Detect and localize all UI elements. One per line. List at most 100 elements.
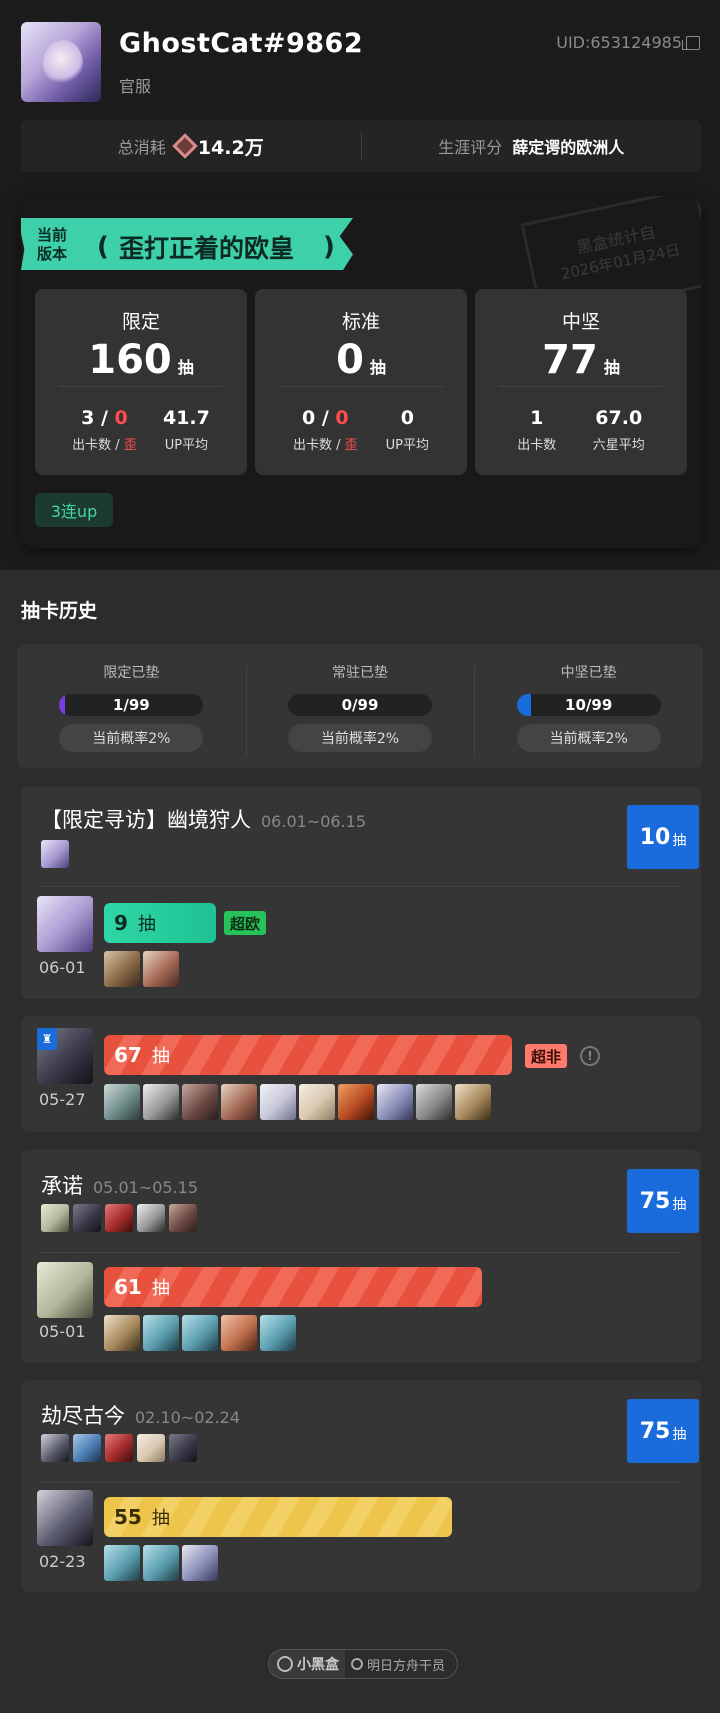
banner-card[interactable]: 承诺 05.01~05.15 75 抽 05-01 61 抽 [21,1150,701,1363]
banner-date: 05.01~05.15 [93,1178,199,1197]
version-card: 黑盒统计自 2026年01月24日 当前版本 ( 歪打正着的欧皇 ) 限定 16… [21,196,701,548]
off-banner-label: 歪 [123,438,137,453]
operator-avatar [182,1545,218,1581]
spend-value: 14.2万 [172,133,264,160]
pull-number: 67 [114,1043,142,1067]
badge-number: 10 [639,824,671,850]
heybox-logo-icon [277,1656,293,1672]
divider [41,1482,681,1483]
pool-name: 标准 [341,311,380,333]
pull-unit: 抽 [151,1046,170,1067]
pity-progress: 0/99 [288,694,432,716]
obtained-label: 出卡数 [292,438,332,453]
featured-operators [41,1204,197,1232]
operator-avatar [143,1315,179,1351]
obtained-label: 出卡数 [72,438,112,453]
badge-number: 75 [639,1418,671,1444]
six-star-average: 67.0 [595,407,643,429]
up-average: 0 [400,407,414,429]
divider [41,1252,681,1253]
operator-avatar [104,1545,140,1581]
uid-text: UID:653124985 [556,33,682,52]
pool-core[interactable]: 中坚 77 抽 1 出卡数 67.0 六星平均 [475,289,687,475]
pull-date: 05-01 [39,1322,86,1341]
spend-number: 14.2万 [197,136,264,159]
pull-unit: 抽 [151,1508,170,1529]
guarantee-flag-icon: ♜ [37,1028,57,1050]
uid[interactable]: UID:653124985 [556,33,700,52]
off-banner-list [104,1315,296,1351]
pity-progress: 1/99 [59,694,204,716]
operator-avatar [104,1084,140,1120]
banner-card[interactable]: 【限定寻访】幽境狩人 06.01~06.15 10 抽 06-01 9抽 超欧 [21,786,701,999]
brand-badge: 小黑盒 [269,1650,345,1678]
divider [279,386,443,387]
profile-header: GhostCat#9862 官服 UID:653124985 总消耗 14.2万… [0,0,720,570]
operator-avatar [143,951,179,987]
operator-avatar [37,1262,93,1318]
pity-label: 限定已垫 [103,665,160,681]
operator-avatar [182,1084,218,1120]
pull-date: 05-27 [39,1090,86,1109]
avatar[interactable] [21,22,101,102]
pool-standard[interactable]: 标准 0抽 0 / 0 出卡数 / 歪 0 UP平均 [255,289,467,475]
badge-unit: 抽 [672,1196,687,1213]
banner-date: 06.01~06.15 [261,812,367,831]
operator-avatar [105,1204,133,1232]
ribbon-label: 当前版本 [37,226,68,263]
pull-unit: 抽 [137,914,156,935]
operator-avatar [169,1434,197,1462]
operator-avatar [105,1434,133,1462]
six-star-average-label: 六星平均 [592,438,645,453]
obtained-count: 3 [81,407,95,429]
info-icon[interactable]: ! [580,1046,600,1066]
banner-title: 【限定寻访】幽境狩人 06.01~06.15 [41,804,366,834]
off-banner-list [104,951,179,987]
operator-avatar [41,840,69,868]
pull-date: 06-01 [39,958,86,977]
operator-avatar [416,1084,452,1120]
banner-date: 02.10~02.24 [135,1408,241,1427]
off-banner-list [104,1084,491,1120]
pull-count-bar: 61 抽 [104,1267,482,1307]
banner-total-badge: 75 抽 [627,1399,699,1463]
rating-value: 薛定谔的欧洲人 [512,138,625,157]
originium-icon [172,133,198,159]
copy-icon[interactable] [682,35,700,50]
pull-count-bar: 67 抽 [104,1035,512,1075]
banner-card[interactable]: ♜ 05-27 67 抽 超非 ! [21,1016,701,1132]
pool-count-unit: 抽 [369,358,386,377]
pool-limited[interactable]: 限定 160 抽 3 / 0 出卡数 / 歪 41.7 UP平均 [35,289,247,475]
pity-core: 中坚已垫 10/99 当前概率2% [474,660,703,756]
pull-count-bar: 9抽 [104,903,216,943]
streak-tag: 3连up [35,493,113,527]
operator-avatar [260,1315,296,1351]
search-text: 明日方舟干员 [367,1658,446,1674]
pool-count-unit: 抽 [177,358,194,377]
operator-avatar [182,1315,218,1351]
off-banner-list [104,1545,218,1581]
pool-count: 77 抽 [475,337,687,383]
banner-card[interactable]: 劫尽古今 02.10~02.24 75 抽 02-23 55 抽 [21,1380,701,1592]
rating-label: 生涯评分 [438,138,503,157]
footer-brand[interactable]: 小黑盒 明日方舟干员 [268,1649,458,1679]
pity-rate: 当前概率2% [516,724,661,752]
pool-count-number: 160 [88,337,172,383]
operator-avatar [143,1545,179,1581]
operator-avatar [41,1434,69,1462]
laurel-left-icon: ( [97,232,109,262]
spend-label: 总消耗 [117,138,166,157]
pull-unit: 抽 [151,1278,170,1299]
server-label: 官服 [119,77,152,96]
operator-avatar [143,1084,179,1120]
banner-title: 劫尽古今 02.10~02.24 [41,1400,240,1430]
operator-avatar [221,1315,257,1351]
pool-name: 中坚 [561,311,600,333]
divider [59,386,223,387]
pity-limited: 限定已垫 1/99 当前概率2% [17,660,246,752]
operator-avatar [299,1084,335,1120]
operator-avatar [377,1084,413,1120]
operator-avatar [73,1204,101,1232]
operator-avatar [41,1204,69,1232]
luck-tag: 超欧 [224,911,267,935]
